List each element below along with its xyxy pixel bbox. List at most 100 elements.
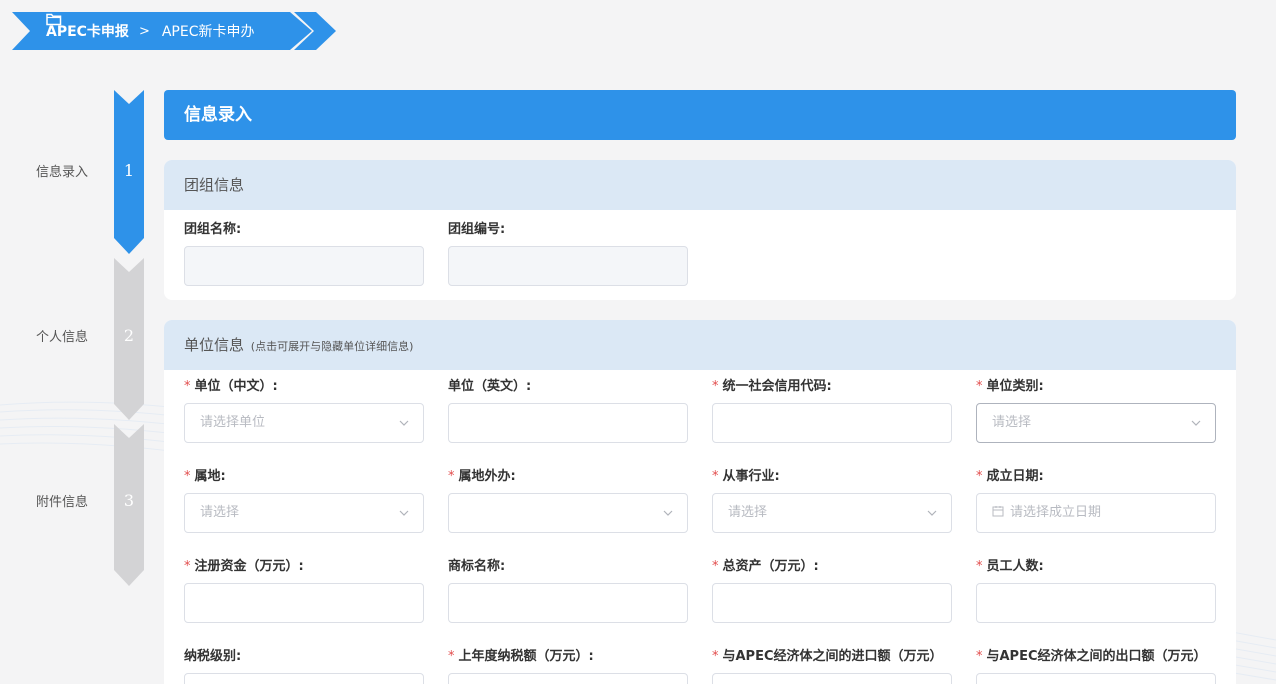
step-label-personal-info[interactable]: 个人信息 xyxy=(20,326,104,345)
group-number-input[interactable] xyxy=(448,246,688,286)
breadcrumb-separator: > xyxy=(138,23,150,39)
tax-level-label: 纳税级别: xyxy=(184,645,424,665)
locality-office-field: * 属地外办: xyxy=(448,465,688,533)
required-mark: * xyxy=(712,649,719,664)
chevron-down-icon xyxy=(1191,420,1201,426)
founding-date-field: * 成立日期: 请选择成立日期 xyxy=(976,465,1216,533)
calendar-icon xyxy=(992,506,1004,517)
apec-import-input[interactable] xyxy=(712,673,952,684)
registered-capital-label: * 注册资金（万元）: xyxy=(184,555,424,575)
total-assets-label: * 总资产（万元）: xyxy=(712,555,952,575)
industry-label-text: 从事行业: xyxy=(722,469,780,484)
unit-category-field: * 单位类别: 请选择 xyxy=(976,375,1216,443)
registered-capital-input[interactable] xyxy=(184,583,424,623)
group-info-title: 团组信息 xyxy=(164,160,1236,210)
step-number-2: 2 xyxy=(123,326,135,345)
unit-name-cn-field: * 单位（中文）: 请选择单位 xyxy=(184,375,424,443)
total-assets-input[interactable] xyxy=(712,583,952,623)
unit-category-label: * 单位类别: xyxy=(976,375,1216,395)
locality-placeholder: 请选择 xyxy=(200,505,240,520)
group-name-label: 团组名称: xyxy=(184,222,242,237)
step-number-3: 3 xyxy=(123,491,135,510)
credit-code-input[interactable] xyxy=(712,403,952,443)
last-year-tax-field: * 上年度纳税额（万元）: xyxy=(448,645,688,684)
founding-date-date-picker[interactable]: 请选择成立日期 xyxy=(976,493,1216,533)
unit-info-hint: (点击可展开与隐藏单位详细信息) xyxy=(250,340,414,353)
folder-icon xyxy=(46,13,62,26)
required-mark: * xyxy=(184,469,191,484)
apec-import-label-text: 与APEC经济体之间的进口额（万元） xyxy=(722,649,943,664)
last-year-tax-label: * 上年度纳税额（万元）: xyxy=(448,645,688,665)
step-label-attachments[interactable]: 附件信息 xyxy=(20,491,104,510)
founding-date-label: * 成立日期: xyxy=(976,465,1216,485)
unit-name-cn-select[interactable]: 请选择单位 xyxy=(184,403,424,443)
locality-office-label: * 属地外办: xyxy=(448,465,688,485)
chevron-down-icon xyxy=(927,510,937,516)
apec-export-label: * 与APEC经济体之间的出口额（万元） xyxy=(976,645,1216,665)
industry-select[interactable]: 请选择 xyxy=(712,493,952,533)
group-number-field: 团组编号: xyxy=(448,218,688,286)
required-mark: * xyxy=(184,559,191,574)
locality-label: * 属地: xyxy=(184,465,424,485)
total-assets-field: * 总资产（万元）: xyxy=(712,555,952,623)
chevron-down-icon xyxy=(399,420,409,426)
chevron-down-icon xyxy=(663,510,673,516)
step-label-info-entry[interactable]: 信息录入 xyxy=(20,161,104,180)
locality-office-label-text: 属地外办: xyxy=(458,469,516,484)
registered-capital-field: * 注册资金（万元）: xyxy=(184,555,424,623)
trademark-name-label-text: 商标名称: xyxy=(448,559,506,574)
required-mark: * xyxy=(184,379,191,394)
unit-info-title: 单位信息 xyxy=(184,336,245,354)
credit-code-label: * 统一社会信用代码: xyxy=(712,375,952,395)
required-mark: * xyxy=(976,379,983,394)
unit-name-en-field: 单位（英文）: xyxy=(448,375,688,443)
founding-date-placeholder: 请选择成立日期 xyxy=(1010,505,1102,520)
tax-level-field: 纳税级别: 请选择 xyxy=(184,645,424,684)
employee-count-label: * 员工人数: xyxy=(976,555,1216,575)
employee-count-field: * 员工人数: xyxy=(976,555,1216,623)
unit-category-select[interactable]: 请选择 xyxy=(976,403,1216,443)
trademark-name-input[interactable] xyxy=(448,583,688,623)
page-header: 信息录入 xyxy=(164,90,1236,140)
unit-info-header[interactable]: 单位信息 (点击可展开与隐藏单位详细信息) xyxy=(164,320,1236,370)
apec-export-input[interactable] xyxy=(976,673,1216,684)
credit-code-field: * 统一社会信用代码: xyxy=(712,375,952,443)
required-mark: * xyxy=(712,559,719,574)
credit-code-label-text: 统一社会信用代码: xyxy=(722,379,832,394)
group-info-section: 团组信息 团组名称: 团组编号: xyxy=(164,160,1236,300)
industry-placeholder: 请选择 xyxy=(728,505,768,520)
group-name-field: 团组名称: xyxy=(184,218,424,286)
employee-count-input[interactable] xyxy=(976,583,1216,623)
unit-name-en-label: 单位（英文）: xyxy=(448,375,688,395)
locality-office-select[interactable] xyxy=(448,493,688,533)
breadcrumb-current: APEC新卡申办 xyxy=(161,24,255,40)
founding-date-label-text: 成立日期: xyxy=(986,469,1044,484)
industry-label: * 从事行业: xyxy=(712,465,952,485)
unit-name-en-label-text: 单位（英文）: xyxy=(448,379,532,394)
registered-capital-label-text: 注册资金（万元）: xyxy=(194,559,304,574)
last-year-tax-label-text: 上年度纳税额（万元）: xyxy=(458,649,594,664)
unit-name-cn-label: * 单位（中文）: xyxy=(184,375,424,395)
required-mark: * xyxy=(712,469,719,484)
industry-field: * 从事行业: 请选择 xyxy=(712,465,952,533)
trademark-name-field: 商标名称: xyxy=(448,555,688,623)
locality-select[interactable]: 请选择 xyxy=(184,493,424,533)
locality-label-text: 属地: xyxy=(194,469,226,484)
employee-count-label-text: 员工人数: xyxy=(986,559,1044,574)
required-mark: * xyxy=(976,649,983,664)
group-number-label: 团组编号: xyxy=(448,222,506,237)
unit-name-en-input[interactable] xyxy=(448,403,688,443)
trademark-name-label: 商标名称: xyxy=(448,555,688,575)
unit-category-label-text: 单位类别: xyxy=(986,379,1044,394)
chevron-down-icon xyxy=(399,510,409,516)
tax-level-label-text: 纳税级别: xyxy=(184,649,242,664)
group-name-input[interactable] xyxy=(184,246,424,286)
required-mark: * xyxy=(976,469,983,484)
apec-export-field: * 与APEC经济体之间的出口额（万元） xyxy=(976,645,1216,684)
apec-export-label-text: 与APEC经济体之间的出口额（万元） xyxy=(986,649,1207,664)
step-number-1: 1 xyxy=(123,161,135,180)
tax-level-select[interactable]: 请选择 xyxy=(184,673,424,684)
unit-info-section: 单位信息 (点击可展开与隐藏单位详细信息) * 单位（中文）: 请选择单位 单位（英文… xyxy=(164,320,1236,684)
required-mark: * xyxy=(448,649,455,664)
last-year-tax-input[interactable] xyxy=(448,673,688,684)
